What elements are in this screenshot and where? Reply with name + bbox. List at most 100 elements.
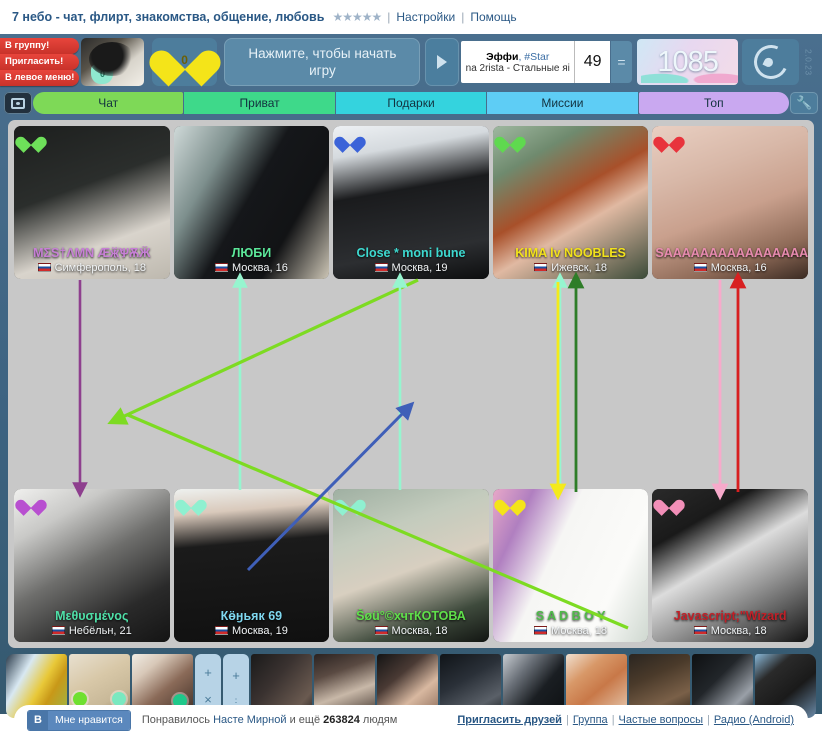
coin-balance[interactable]: 1085 — [636, 39, 739, 85]
user-card-caption: Javascript;"Wizard Москва, 18 — [652, 609, 808, 638]
user-name: Μεθυσμένος — [55, 609, 129, 623]
tab-chat[interactable]: Чат — [33, 92, 184, 114]
vk-like-label: Мне нравится — [47, 710, 130, 730]
user-card-row-top: MΣS†ΛMN Ӕӂ҉ѰѪӜ Симферополь, 18 ЛЮБИ Моск… — [14, 126, 808, 279]
settings-link[interactable]: Настройки — [396, 10, 455, 24]
user-location: Москва, 16 — [174, 261, 330, 275]
flag-icon — [534, 263, 548, 272]
invite-friends-link[interactable]: Пригласить друзей — [457, 714, 562, 726]
user-card[interactable]: KIMA lv NOOBLES Ижевск, 18 — [492, 126, 649, 279]
user-card-caption: KIMA lv NOOBLES Ижевск, 18 — [493, 246, 649, 275]
user-name: MΣS†ΛMN Ӕӂ҉ѰѪӜ — [33, 246, 151, 260]
user-name: SAAAAAAAAAAAAAAAAI — [655, 246, 808, 260]
online-badge — [73, 692, 87, 706]
tab-missions[interactable]: Миссии — [487, 92, 638, 114]
user-location: Москва, 19 — [174, 624, 330, 638]
tab-bar: Чат Приват Подарки Миссии Топ 🔧 — [0, 90, 822, 116]
liked-person-name[interactable]: Насте Мирной — [213, 714, 286, 726]
user-name: Šøü°©хчтКОТОВА — [356, 609, 466, 623]
avatar-badge: 0 — [91, 64, 114, 84]
faq-link[interactable]: Частые вопросы — [619, 714, 704, 726]
user-name: Javascript;"Wizard — [673, 609, 787, 623]
camera-icon[interactable] — [4, 92, 32, 114]
flag-icon — [693, 263, 707, 272]
user-location: Москва, 18 — [652, 624, 808, 638]
footer-links: Пригласить друзей | Группа | Частые вопросы |… — [457, 714, 794, 726]
game-board: MΣS†ΛMN Ӕӂ҉ѰѪӜ Симферополь, 18 ЛЮБИ Моск… — [8, 120, 814, 648]
user-name: KIMA lv NOOBLES — [515, 246, 626, 260]
user-card[interactable]: Šøü°©хчтКОТОВА Москва, 18 — [333, 489, 489, 642]
user-card-caption: MΣS†ΛMN Ӕӂ҉ѰѪӜ Симферополь, 18 — [14, 246, 170, 275]
user-card[interactable]: MΣS†ΛMN Ӕӂ҉ѰѪӜ Симферополь, 18 — [14, 126, 170, 279]
heart-counter-button[interactable]: 0 — [144, 38, 226, 87]
user-name: S A D B O Y — [535, 609, 606, 623]
flag-icon — [693, 626, 707, 635]
user-card[interactable]: S A D B O Y Москва, 18 — [492, 489, 649, 642]
flag-icon — [374, 626, 388, 635]
left-menu-button[interactable]: В левое меню! — [0, 70, 80, 86]
vk-like-button[interactable]: B Мне нравится — [28, 710, 130, 730]
red-button-stack: В группу! Пригласить! В левое меню! — [0, 36, 80, 88]
radio-android-link[interactable]: Радио (Android) — [714, 714, 794, 726]
more-icon[interactable]: ⋮ — [232, 698, 241, 707]
browser-title-bar: 7 небо - чат, флирт, знакомства, общение… — [0, 0, 822, 34]
add-icon[interactable]: + — [204, 665, 212, 680]
title-separator-1: | — [387, 10, 391, 24]
status-heart-icon — [14, 497, 49, 516]
rating-stars: ★★★★★ — [332, 10, 382, 24]
status-heart-icon — [652, 134, 688, 153]
tab-gifts[interactable]: Подарки — [335, 92, 487, 114]
flag-icon — [214, 626, 228, 635]
flag-icon — [214, 263, 228, 272]
start-game-button[interactable]: Нажмите, чтобы начать игру — [224, 38, 421, 86]
app-logo-icon[interactable] — [742, 39, 799, 85]
status-heart-icon — [333, 134, 369, 153]
user-card[interactable]: Javascript;"Wizard Москва, 18 — [652, 489, 808, 642]
user-card-caption: SAAAAAAAAAAAAAAAAI Москва, 16 — [652, 246, 808, 275]
play-icon[interactable] — [425, 38, 460, 86]
user-location: Небёльн, 21 — [14, 624, 170, 638]
footer-bar: B Мне нравится Понравилось Насте Мирной … — [14, 705, 808, 735]
invite-button[interactable]: Пригласить! — [0, 54, 80, 70]
status-heart-icon — [492, 497, 528, 516]
vk-logo-icon: B — [28, 710, 48, 730]
track-info[interactable]: Эффи, #Star na 2rista - Стальные яi — [461, 41, 575, 83]
user-card-caption: S A D B O Y Москва, 18 — [493, 609, 649, 638]
tab-top[interactable]: Топ — [638, 92, 790, 114]
add-icon[interactable]: + — [232, 668, 240, 683]
user-card[interactable]: ЛЮБИ Москва, 16 — [173, 126, 330, 279]
flag-icon — [51, 626, 65, 635]
user-card-row-bottom: Μεθυσμένος Небёльн, 21 Кӫӈьяк 69 Москва,… — [14, 489, 808, 642]
user-avatar[interactable]: 0 — [81, 38, 144, 86]
user-name: Кӫӈьяк 69 — [220, 609, 283, 623]
version-label: 2.0.23 — [803, 48, 814, 76]
liked-count: 263824 — [323, 714, 360, 726]
page-title: 7 небо - чат, флирт, знакомства, общение… — [12, 10, 325, 24]
track-artist: Эффи — [486, 50, 519, 63]
wrench-icon[interactable]: 🔧 — [790, 92, 819, 114]
heart-count: 0 — [181, 53, 188, 67]
help-link[interactable]: Помощь — [470, 10, 516, 24]
track-artist-line: Эффи, #Star — [486, 51, 549, 63]
tab-privat[interactable]: Приват — [184, 92, 335, 114]
user-location: Симферополь, 18 — [14, 261, 170, 275]
user-card[interactable]: Μεθυσμένος Небёльн, 21 — [14, 489, 170, 642]
group-link[interactable]: Группа — [573, 714, 608, 726]
join-group-button[interactable]: В группу! — [0, 38, 80, 54]
user-location: Москва, 18 — [333, 624, 489, 638]
user-card[interactable]: Кӫӈьяк 69 Москва, 19 — [173, 489, 330, 642]
app-root: 7 небо - чат, флирт, знакомства, общение… — [0, 0, 822, 748]
track-number[interactable]: 49 — [574, 41, 611, 83]
app-frame: В группу! Пригласить! В левое меню! 0 0 … — [0, 34, 822, 718]
track-title: na 2rista - Стальные яi — [465, 62, 570, 74]
user-name: Close * moni bune — [356, 246, 466, 260]
flag-icon — [374, 263, 388, 272]
user-card[interactable]: SAAAAAAAAAAAAAAAAI Москва, 16 — [652, 126, 808, 279]
flag-icon — [534, 626, 548, 635]
user-card[interactable]: Close * moni bune Москва, 19 — [333, 126, 489, 279]
equalizer-icon[interactable]: = — [611, 41, 632, 83]
user-name: ЛЮБИ — [231, 246, 272, 260]
user-location: Ижевск, 18 — [493, 261, 649, 275]
user-card-caption: ЛЮБИ Москва, 16 — [174, 246, 330, 275]
status-heart-icon — [173, 497, 209, 516]
